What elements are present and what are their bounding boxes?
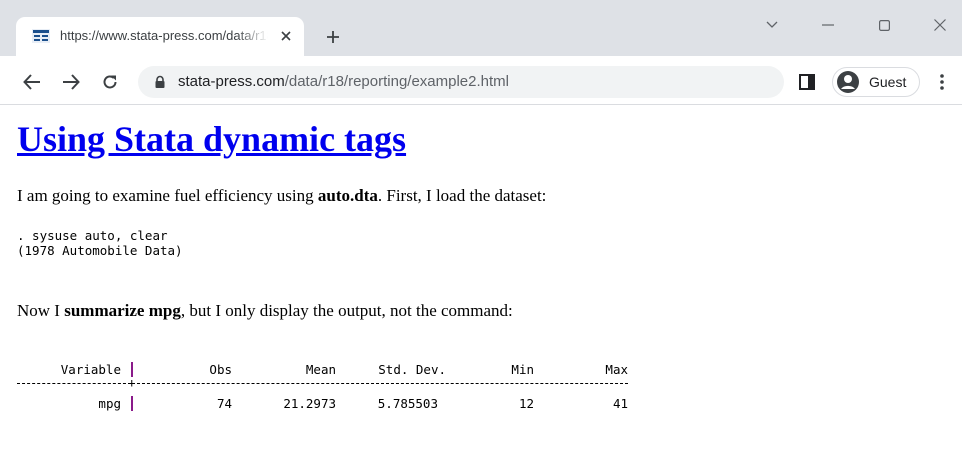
url-text[interactable]: stata-press.com/data/r18/reporting/examp… [178,73,509,90]
url-path: /data/r18/reporting/example2.html [284,73,509,90]
page-heading-link[interactable]: Using Stata dynamic tags [17,118,406,160]
summary-paragraph: Now I summarize mpg, but I only display … [17,301,513,321]
table-cell-obs: 74 [216,396,232,411]
table-cell-variable: mpg [98,396,121,411]
table-header-variable: Variable [60,362,121,377]
window-close-icon[interactable] [922,10,958,40]
code-line-1: . sysuse auto, clear [17,228,168,243]
tab-search-icon[interactable] [754,10,790,40]
table-divider-cross: + [128,375,136,390]
side-panel-icon[interactable] [795,70,819,94]
address-bar[interactable]: stata-press.com/data/r18/reporting/examp… [138,66,784,98]
summary-text-after: , but I only display the output, not the… [180,301,513,320]
reload-icon[interactable] [96,68,124,96]
table-divider-left [17,383,131,384]
profile-button[interactable]: Guest [832,67,920,97]
back-arrow-icon[interactable] [18,68,46,96]
maximize-icon[interactable] [866,10,902,40]
intro-text-before: I am going to examine fuel efficiency us… [17,186,318,205]
table-cell-mean: 21.2973 [283,396,336,411]
lock-icon[interactable] [153,75,167,89]
profile-name: Guest [869,74,907,90]
table-cell-max: 41 [612,396,628,411]
forward-arrow-icon[interactable] [57,68,85,96]
minimize-icon[interactable] [810,10,846,40]
intro-text-after: . First, I load the dataset: [377,186,547,205]
intro-paragraph: I am going to examine fuel efficiency us… [17,186,546,206]
tab-close-icon[interactable] [276,26,296,46]
table-header-min: Min [511,362,534,377]
url-host: stata-press.com [178,73,285,90]
table-header-stddev: Std. Dev. [378,362,446,377]
browser-toolbar: stata-press.com/data/r18/reporting/examp… [0,56,962,105]
table-header-max: Max [605,362,628,377]
avatar-icon [836,70,860,94]
code-line-2: (1978 Automobile Data) [17,243,183,258]
table-divider-right [137,383,628,384]
page-content: Using Stata dynamic tags I am going to e… [0,106,962,449]
intro-dataset-name: auto.dta [317,186,378,205]
table-header-obs: Obs [209,362,232,377]
summary-text-before: Now I [17,301,65,320]
stata-favicon-icon [32,29,50,43]
table-cell-min: 12 [518,396,534,411]
tab-title: https://www.stata-press.com/data/r18/rep… [60,28,268,43]
table-header-mean: Mean [305,362,336,377]
kebab-menu-icon[interactable] [930,70,954,94]
table-row-separator [131,396,133,411]
summary-command: summarize mpg [64,301,181,320]
browser-tab[interactable]: https://www.stata-press.com/data/r18/rep… [16,17,304,56]
table-cell-stddev: 5.785503 [377,396,438,411]
new-tab-icon[interactable] [320,24,346,50]
tab-strip: https://www.stata-press.com/data/r18/rep… [0,0,962,56]
